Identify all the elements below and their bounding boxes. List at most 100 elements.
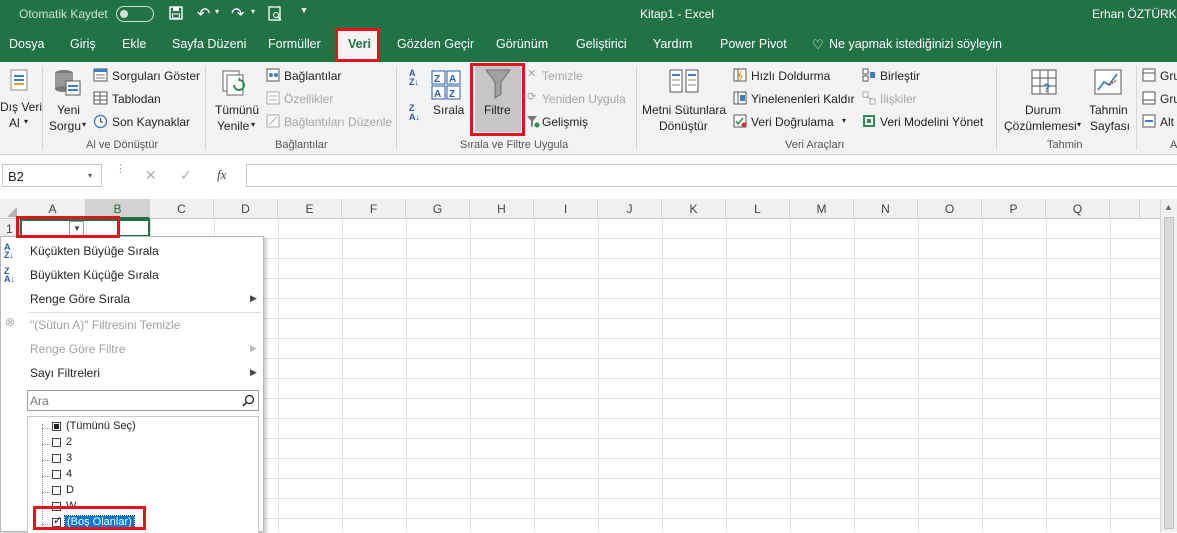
checkbox-d[interactable] — [52, 486, 61, 495]
value-label-4[interactable]: 4 — [66, 468, 72, 480]
sort-az-icon[interactable]: A Z↓ — [409, 69, 419, 87]
column-header-j[interactable]: J — [598, 199, 662, 219]
customize-quick-access-icon[interactable]: ⯆ — [300, 6, 308, 17]
enter-icon[interactable]: ✓ — [180, 167, 192, 184]
dis-veri-label-2[interactable]: Al — [9, 116, 20, 130]
yinelenenleri-kaldir-button[interactable]: Yinelenenleri Kaldır — [751, 92, 855, 106]
undo-dropdown-icon[interactable]: ▾ — [215, 7, 219, 16]
sort-asc-item[interactable]: Küçükten Büyüğe Sırala — [30, 244, 159, 258]
save-icon[interactable] — [169, 6, 183, 20]
durum-label-1[interactable]: Durum — [1025, 103, 1061, 117]
durum-dropdown-icon[interactable]: ▾ — [1077, 120, 1081, 129]
insert-function-icon[interactable]: fx — [217, 167, 226, 183]
print-preview-icon[interactable] — [268, 6, 282, 21]
tumunu-yenile-label-2[interactable]: Yenile — [217, 119, 249, 133]
column-header-o[interactable]: O — [918, 199, 982, 219]
column-header-f[interactable]: F — [342, 199, 406, 219]
tab-dosya[interactable]: Dosya — [9, 37, 44, 51]
birlestir-button[interactable]: Birleştir — [880, 69, 920, 83]
sort-desc-item[interactable]: Büyükten Küçüğe Sırala — [30, 268, 159, 282]
scroll-thumb[interactable] — [1164, 217, 1174, 529]
tumunu-yenile-dropdown-icon[interactable]: ▾ — [251, 120, 255, 129]
sort-by-color-item[interactable]: Renge Göre Sırala — [30, 292, 130, 306]
autosave-toggle[interactable] — [116, 6, 154, 22]
yeni-sorgu-dropdown-icon[interactable]: ▾ — [82, 120, 86, 129]
column-header-i[interactable]: I — [534, 199, 598, 219]
number-filters-item[interactable]: Sayı Filtreleri — [30, 366, 100, 380]
tab-gorunum[interactable]: Görünüm — [496, 37, 548, 51]
value-label-3[interactable]: 3 — [66, 452, 72, 464]
checkbox-3[interactable] — [52, 454, 61, 463]
column-header-c[interactable]: C — [150, 199, 214, 219]
select-all-checkbox[interactable] — [52, 422, 61, 431]
veri-dogrulama-dropdown-icon[interactable]: ▾ — [842, 116, 846, 125]
tahmin-label-1[interactable]: Tahmin — [1089, 103, 1128, 117]
tab-formuller[interactable]: Formüller — [268, 37, 321, 51]
column-header-p[interactable]: P — [982, 199, 1046, 219]
column-header-k[interactable]: K — [662, 199, 726, 219]
vertical-scrollbar[interactable]: ▲ — [1160, 199, 1177, 532]
filter-by-color-item[interactable]: Renge Göre Filtre — [30, 342, 125, 356]
tablodan-button[interactable]: Tablodan — [112, 92, 161, 106]
filter-search-input[interactable] — [30, 393, 230, 408]
ozellikler-button[interactable]: Özellikler — [284, 92, 333, 106]
redo-dropdown-icon[interactable]: ▾ — [251, 7, 255, 16]
formula-bar-grip-icon[interactable]: ⋮ — [115, 164, 126, 175]
column-header-q[interactable]: Q — [1046, 199, 1110, 219]
user-name[interactable]: Erhan ÖZTÜRK — [1092, 7, 1177, 21]
gelismis-button[interactable]: Gelişmiş — [542, 115, 588, 129]
undo-icon[interactable]: ↶ — [197, 4, 210, 24]
redo-icon[interactable]: ↷ — [231, 4, 244, 24]
baglantilar-button[interactable]: Bağlantılar — [284, 69, 341, 83]
select-all-label[interactable]: (Tümünü Seç) — [66, 420, 136, 432]
column-header-r-partial[interactable] — [1110, 199, 1140, 219]
tab-sayfa-duzeni[interactable]: Sayfa Düzeni — [172, 37, 246, 51]
tahmin-label-2[interactable]: Sayfası — [1090, 119, 1130, 133]
tab-power-pivot[interactable]: Power Pivot — [720, 37, 787, 51]
column-header-h[interactable]: H — [470, 199, 534, 219]
tumunu-yenile-label-1[interactable]: Tümünü — [215, 103, 259, 117]
tab-giris[interactable]: Giriş — [70, 37, 96, 51]
name-box-dropdown-icon[interactable]: ▾ — [88, 171, 92, 180]
sorgulari-goster-button[interactable]: Sorguları Göster — [112, 69, 200, 83]
clear-filter-item[interactable]: "(Sütun A)" Filtresini Temizle — [30, 318, 180, 332]
tab-gozden-gecir[interactable]: Gözden Geçir — [397, 37, 474, 51]
yeni-sorgu-label-2[interactable]: Sorgu — [49, 119, 81, 133]
tell-me-search[interactable]: Ne yapmak istediğinizi söyleyin — [829, 37, 1002, 51]
iliskiler-button[interactable]: İlişkiler — [880, 92, 917, 106]
hizli-doldurma-button[interactable]: Hızlı Doldurma — [751, 69, 830, 83]
row-header-1[interactable]: 1 — [6, 222, 13, 236]
veri-modelini-yonet-button[interactable]: Veri Modelini Yönet — [880, 115, 983, 129]
filter-search-box[interactable] — [27, 390, 259, 411]
dis-veri-dropdown-icon[interactable]: ▾ — [24, 117, 28, 126]
yeni-sorgu-label-1[interactable]: Yeni — [57, 103, 80, 117]
column-header-e[interactable]: E — [278, 199, 342, 219]
sirala-button[interactable]: Sırala — [433, 103, 464, 117]
baglantilari-duzenle-button[interactable]: Bağlantıları Düzenle — [284, 115, 392, 129]
cancel-icon[interactable]: ✕ — [145, 167, 157, 184]
value-label-2[interactable]: 2 — [66, 436, 72, 448]
temizle-button[interactable]: Temizle — [542, 69, 583, 83]
gruplandir-button[interactable]: Gru — [1160, 69, 1177, 83]
alt-toplam-button[interactable]: Alt — [1160, 115, 1174, 129]
column-header-n[interactable]: N — [854, 199, 918, 219]
veri-dogrulama-button[interactable]: Veri Doğrulama — [751, 115, 834, 129]
metni-sutunlara-label-1[interactable]: Metni Sütunlara — [642, 103, 726, 117]
column-header-g[interactable]: G — [406, 199, 470, 219]
dis-veri-label-1[interactable]: Dış Veri — [0, 100, 42, 114]
column-header-m[interactable]: M — [790, 199, 854, 219]
checkbox-2[interactable] — [52, 438, 61, 447]
sort-za-icon[interactable]: Z A↓ — [409, 104, 420, 122]
durum-label-2[interactable]: Çözümlemesi — [1004, 119, 1077, 133]
checkbox-4[interactable] — [52, 470, 61, 479]
grubu-coz-button[interactable]: Gru — [1160, 92, 1177, 106]
tab-yardim[interactable]: Yardım — [653, 37, 692, 51]
tab-ekle[interactable]: Ekle — [122, 37, 146, 51]
name-box[interactable]: B2 ▾ — [2, 164, 102, 187]
metni-sutunlara-label-2[interactable]: Dönüştür — [659, 119, 708, 133]
value-label-d[interactable]: D — [66, 484, 74, 496]
formula-input[interactable] — [246, 164, 1177, 187]
tab-gelistirici[interactable]: Geliştirici — [576, 37, 627, 51]
yeniden-uygula-button[interactable]: Yeniden Uygula — [542, 92, 626, 106]
column-header-l[interactable]: L — [726, 199, 790, 219]
